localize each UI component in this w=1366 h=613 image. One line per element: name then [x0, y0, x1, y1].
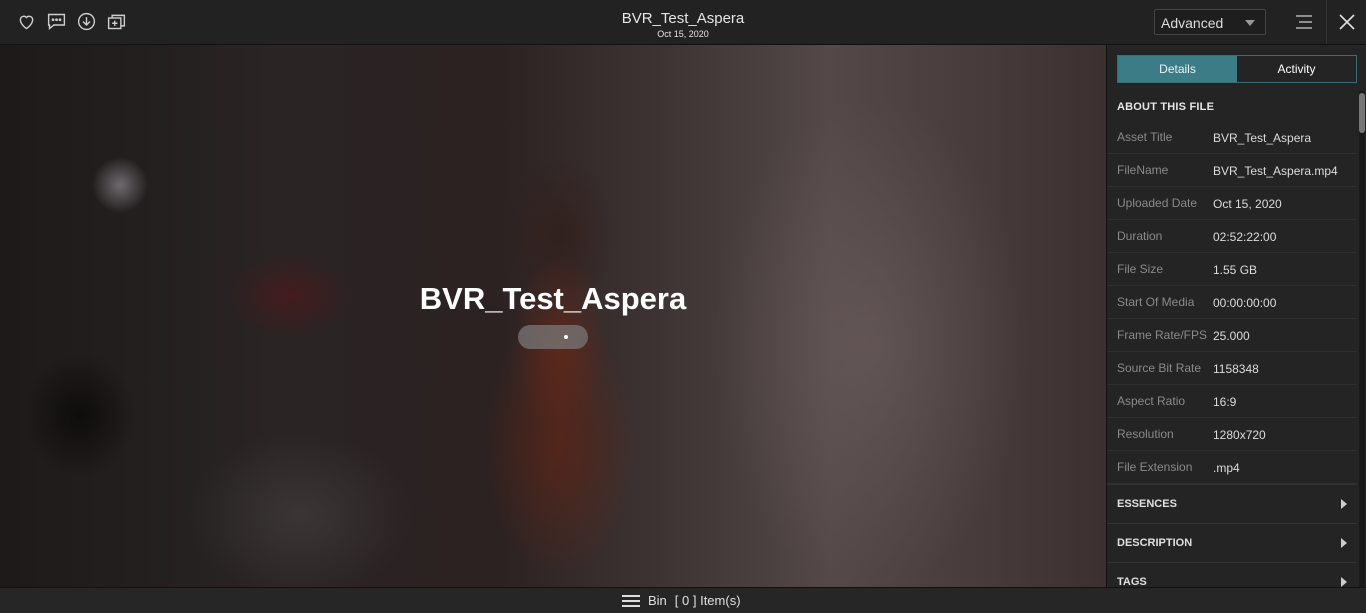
metadata-row: Asset Title BVR_Test_Aspera: [1107, 121, 1357, 154]
close-button[interactable]: [1326, 0, 1366, 44]
metadata-key: Resolution: [1117, 427, 1174, 441]
section-description[interactable]: DESCRIPTION: [1107, 523, 1357, 562]
metadata-key: Start Of Media: [1117, 295, 1195, 309]
menu-icon: [1296, 15, 1312, 29]
metadata-value: BVR_Test_Aspera: [1213, 131, 1312, 145]
metadata-value: 1158348: [1213, 362, 1259, 376]
section-tags[interactable]: TAGS: [1107, 562, 1357, 587]
metadata-value: Oct 15, 2020: [1213, 197, 1282, 211]
metadata-value: 1280x720: [1213, 428, 1266, 442]
asset-title-block: BVR_Test_Aspera Oct 15, 2020: [483, 10, 883, 40]
bin-count: [ 0 ] Item(s): [674, 593, 741, 608]
metadata-value: 00:00:00:00: [1213, 296, 1277, 310]
comment-icon[interactable]: [46, 11, 67, 32]
video-player[interactable]: BVR_Test_Aspera: [0, 45, 1106, 587]
metadata-row: Start Of Media 00:00:00:00: [1107, 286, 1357, 319]
metadata-key: Asset Title: [1117, 130, 1173, 144]
metadata-row: Frame Rate/FPS 25.000: [1107, 319, 1357, 352]
about-heading: ABOUT THIS FILE: [1117, 101, 1215, 113]
add-to-collection-icon[interactable]: [106, 11, 127, 32]
metadata-row: Uploaded Date Oct 15, 2020: [1107, 187, 1357, 220]
asset-title: BVR_Test_Aspera: [621, 10, 745, 27]
metadata-row: Duration 02:52:22:00: [1107, 220, 1357, 253]
tab-details[interactable]: Details: [1118, 56, 1237, 82]
bin-label: Bin: [648, 593, 667, 608]
section-label: DESCRIPTION: [1117, 537, 1193, 549]
metadata-value: .mp4: [1213, 461, 1240, 475]
metadata-value: 1.55 GB: [1213, 263, 1258, 277]
section-label: TAGS: [1117, 576, 1147, 587]
mode-dropdown-value: Advanced: [1161, 15, 1224, 31]
asset-date: Oct 15, 2020: [657, 29, 709, 39]
tab-activity[interactable]: Activity: [1237, 56, 1356, 82]
metadata-value: 16:9: [1213, 395, 1237, 409]
mode-dropdown[interactable]: Advanced: [1154, 9, 1266, 35]
action-icons: [16, 11, 127, 32]
chevron-right-icon: [1341, 538, 1347, 548]
loading-indicator: [518, 325, 588, 349]
metadata-value: 25.000: [1213, 329, 1250, 343]
chevron-right-icon: [1341, 577, 1347, 587]
metadata-row: Aspect Ratio 16:9: [1107, 385, 1357, 418]
download-icon[interactable]: [76, 11, 97, 32]
metadata-key: File Extension: [1117, 460, 1193, 474]
details-panel: Details Activity ABOUT THIS FILE Asset T…: [1106, 45, 1366, 587]
metadata-key: File Size: [1117, 262, 1164, 276]
metadata-key: FileName: [1117, 163, 1169, 177]
section-label: ESSENCES: [1117, 498, 1177, 510]
metadata-value: BVR_Test_Aspera.mp4: [1213, 164, 1338, 178]
heart-icon[interactable]: [16, 11, 37, 32]
chevron-right-icon: [1341, 499, 1347, 509]
metadata-key: Source Bit Rate: [1117, 361, 1202, 375]
close-icon: [1338, 14, 1355, 30]
chevron-down-icon: [1245, 20, 1255, 26]
metadata-key: Aspect Ratio: [1117, 394, 1186, 408]
bottom-bar: Bin [ 0 ] Item(s): [0, 587, 1366, 613]
loading-dot: [564, 335, 568, 339]
video-overlay-title: BVR_Test_Aspera: [419, 281, 687, 316]
metadata-row: File Extension .mp4: [1107, 451, 1357, 484]
menu-button[interactable]: [1284, 0, 1324, 44]
metadata-key: Duration: [1117, 229, 1163, 243]
top-bar: BVR_Test_Aspera Oct 15, 2020 Advanced: [0, 0, 1366, 45]
bin-toggle[interactable]: Bin [ 0 ] Item(s): [622, 593, 741, 608]
metadata-row: FileName BVR_Test_Aspera.mp4: [1107, 154, 1357, 187]
metadata-list: Asset Title BVR_Test_Aspera FileName BVR_T…: [1107, 121, 1357, 484]
metadata-value: 02:52:22:00: [1213, 230, 1277, 244]
section-essences[interactable]: ESSENCES: [1107, 484, 1357, 523]
metadata-row: Source Bit Rate 1158348: [1107, 352, 1357, 385]
panel-tabs: Details Activity: [1117, 55, 1357, 83]
metadata-row: Resolution 1280x720: [1107, 418, 1357, 451]
metadata-row: File Size 1.55 GB: [1107, 253, 1357, 286]
hamburger-icon: [622, 594, 640, 607]
panel-scrollbar[interactable]: [1359, 91, 1365, 587]
metadata-key: Frame Rate/FPS: [1117, 328, 1208, 342]
metadata-key: Uploaded Date: [1117, 196, 1198, 210]
scrollbar-thumb[interactable]: [1359, 93, 1365, 133]
